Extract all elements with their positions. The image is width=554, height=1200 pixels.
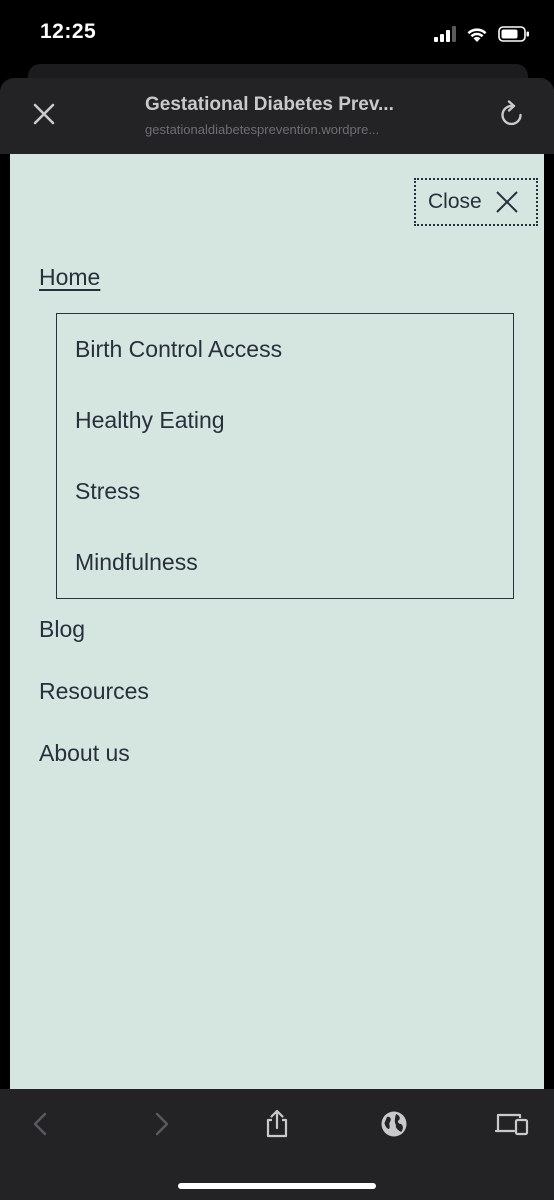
nav-healthy-eating[interactable]: Healthy Eating (75, 407, 225, 434)
page-url: gestationaldiabetesprevention.wordpre... (145, 122, 380, 137)
close-x-icon (495, 191, 518, 213)
browser-header: Gestational Diabetes Prev... gestational… (0, 78, 554, 154)
status-bar: 12:25 (0, 0, 554, 66)
nav-stress[interactable]: Stress (75, 478, 140, 505)
web-content: Close Home Birth Control Access Healthy … (10, 154, 544, 1089)
signal-icon (434, 26, 456, 42)
reload-icon[interactable] (498, 98, 526, 128)
wifi-icon (467, 27, 487, 42)
nav-mindfulness[interactable]: Mindfulness (75, 549, 198, 576)
devices-icon[interactable] (495, 1109, 529, 1139)
nav-resources[interactable]: Resources (39, 678, 149, 705)
nav-about-us[interactable]: About us (39, 740, 130, 767)
title-block: Gestational Diabetes Prev... gestational… (145, 94, 425, 137)
page-title: Gestational Diabetes Prev... (145, 94, 394, 115)
close-icon[interactable] (30, 100, 58, 128)
nav-home[interactable]: Home (39, 264, 100, 291)
share-icon[interactable] (262, 1109, 292, 1139)
battery-icon (498, 26, 529, 42)
globe-icon[interactable] (379, 1109, 409, 1139)
forward-icon[interactable] (146, 1109, 176, 1139)
nav-birth-control-access[interactable]: Birth Control Access (75, 336, 282, 363)
close-label: Close (428, 190, 482, 213)
status-time: 12:25 (40, 20, 97, 43)
back-icon[interactable] (26, 1109, 56, 1139)
submenu: Birth Control Access Healthy Eating Stre… (56, 313, 514, 599)
menu-close-button[interactable]: Close (414, 178, 538, 226)
home-indicator[interactable] (178, 1183, 376, 1189)
status-icons (434, 22, 530, 46)
nav-blog[interactable]: Blog (39, 616, 85, 643)
